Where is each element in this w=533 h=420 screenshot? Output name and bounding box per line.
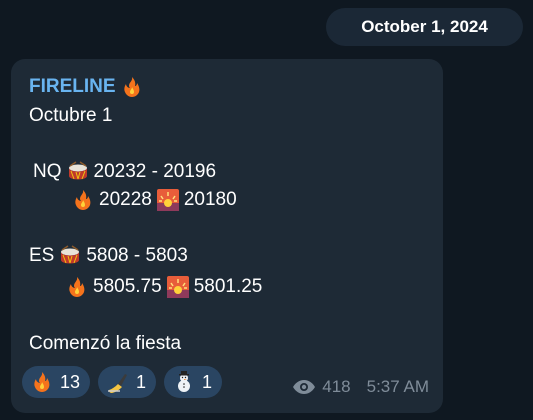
reaction-count: 1 (202, 371, 213, 392)
nq-fire-value: 20228 (99, 189, 152, 210)
fire-icon (65, 275, 89, 299)
writing-hand-icon (106, 370, 130, 394)
sunset-icon (166, 275, 190, 299)
sunset-icon (156, 188, 180, 212)
es-range: 5808 - 5803 (86, 245, 188, 266)
es-values-line: 5805.75 5801.25 (61, 273, 262, 301)
view-count: 418 (322, 377, 351, 396)
sender-name[interactable]: FIRELINE (29, 76, 116, 98)
fire-icon (71, 188, 95, 212)
reaction-fire[interactable]: 13 (22, 366, 91, 398)
date-label: October 1, 2024 (361, 17, 488, 36)
closing-text: Comenzó la fiesta (29, 333, 182, 354)
reactions-bar: 13 1 1 (22, 366, 223, 398)
message-meta: 418 5:37 AM (292, 377, 429, 397)
nq-sunset-value: 20180 (183, 189, 237, 210)
nq-line: NQ 20232 - 20196 (33, 158, 216, 186)
es-fire-value: 5805.75 (93, 276, 162, 297)
fire-icon (120, 75, 144, 99)
drum-icon (58, 244, 82, 268)
sender-line: FIRELINE (29, 73, 148, 101)
reaction-count: 13 (60, 371, 81, 392)
es-label: ES (29, 245, 55, 266)
nq-range: 20232 - 20196 (93, 161, 217, 182)
reaction-count: 1 (136, 371, 147, 392)
snowman-icon (172, 370, 196, 394)
fire-icon (30, 370, 54, 394)
date-text: Octubre 1 (29, 105, 113, 126)
message-bubble[interactable]: FIRELINE Octubre 1 NQ 20232 - 20196 2022… (11, 59, 443, 413)
es-line: ES 5808 - 5803 (29, 242, 188, 270)
closing-line: Comenzó la fiesta (29, 330, 181, 358)
drum-icon (66, 160, 90, 184)
date-line: Octubre 1 (29, 102, 112, 130)
nq-label: NQ (33, 161, 62, 182)
date-separator: October 1, 2024 (326, 8, 523, 46)
reaction-writing-hand[interactable]: 1 (98, 366, 157, 398)
eye-icon (293, 380, 316, 394)
nq-values-line: 20228 20180 (67, 186, 237, 214)
chat-view: October 1, 2024 FIRELINE Octubre 1 NQ 20… (0, 0, 533, 420)
reaction-snowman[interactable]: 1 (164, 366, 223, 398)
es-sunset-value: 5801.25 (193, 276, 263, 297)
message-time: 5:37 AM (366, 377, 429, 396)
